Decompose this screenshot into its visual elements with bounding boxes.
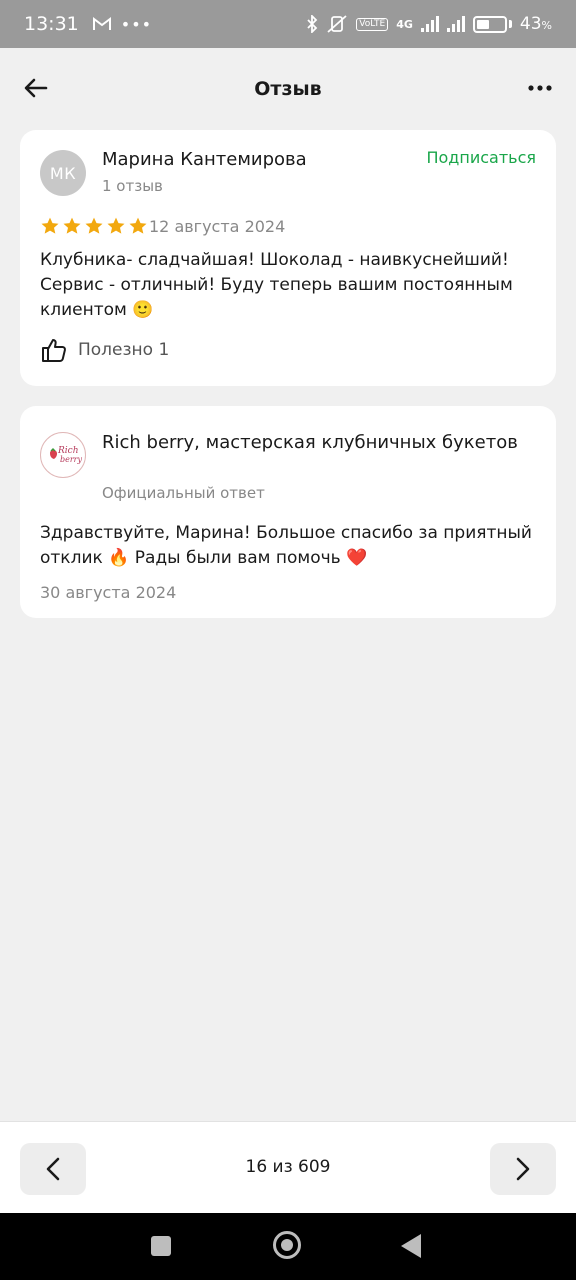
star-icon [41, 217, 59, 234]
network-type: 4G [396, 17, 413, 31]
star-icon [63, 217, 81, 234]
useful-button[interactable]: Полезно 1 [40, 336, 169, 364]
volte-icon: VoLTE [356, 17, 389, 31]
official-reply-label: Официальный ответ [102, 484, 265, 502]
author-name[interactable]: Марина Кантемирова [102, 149, 307, 170]
signal-1-icon [420, 16, 439, 32]
review-card: МК Марина Кантемирова 1 отзыв Подписатьс… [20, 130, 556, 386]
review-date: 12 августа 2024 [149, 217, 286, 236]
reply-text: Здравствуйте, Марина! Большое спасибо за… [40, 523, 532, 568]
more-horizontal-icon [528, 85, 552, 91]
home-icon[interactable] [273, 1231, 301, 1259]
subscribe-button[interactable]: Подписаться [426, 148, 536, 167]
more-notifications-icon: ••• [120, 14, 153, 34]
system-nav-bar [0, 1213, 576, 1280]
review-text: Клубника- сладчайшая! Шоколад - наивкусн… [40, 250, 513, 320]
back-triangle-icon[interactable] [401, 1234, 421, 1258]
star-rating [40, 216, 148, 236]
vibrate-off-icon [327, 15, 347, 33]
author-review-count: 1 отзыв [102, 177, 163, 195]
next-review-button[interactable] [490, 1143, 556, 1195]
reply-card: Rich berry Rich berry, мастерская клубни… [20, 406, 556, 618]
battery-icon [472, 15, 507, 33]
useful-label: Полезно [78, 340, 154, 360]
more-button[interactable] [524, 72, 556, 104]
star-icon [129, 217, 147, 234]
company-name[interactable]: Rich berry, мастерская клубничных букето… [102, 430, 522, 455]
recents-icon[interactable] [151, 1236, 171, 1256]
status-time: 13:31 [24, 13, 79, 35]
battery-unit: % [541, 19, 552, 32]
gmail-icon [92, 17, 111, 30]
reply-date: 30 августа 2024 [40, 583, 177, 602]
logo-text-2: berry [60, 455, 83, 464]
company-logo[interactable]: Rich berry [40, 432, 86, 478]
strawberry-logo-icon: Rich berry [50, 446, 83, 464]
page-title: Отзыв [254, 78, 322, 100]
pager-bar: 16 из 609 [0, 1121, 576, 1213]
useful-count: 1 [158, 340, 170, 360]
app-bar: Отзыв [0, 48, 576, 130]
status-bar: 13:31 ••• VoLTE 4G 43% [0, 0, 576, 48]
battery-level: 43 [519, 14, 542, 34]
avatar[interactable]: МК [40, 150, 86, 196]
back-button[interactable] [20, 72, 52, 104]
chevron-right-icon [516, 1157, 530, 1181]
arrow-left-icon [24, 78, 48, 98]
signal-2-icon [446, 16, 465, 32]
bluetooth-icon [307, 15, 318, 33]
thumbs-up-icon [42, 339, 66, 362]
star-icon [85, 217, 103, 234]
star-icon [107, 217, 125, 234]
